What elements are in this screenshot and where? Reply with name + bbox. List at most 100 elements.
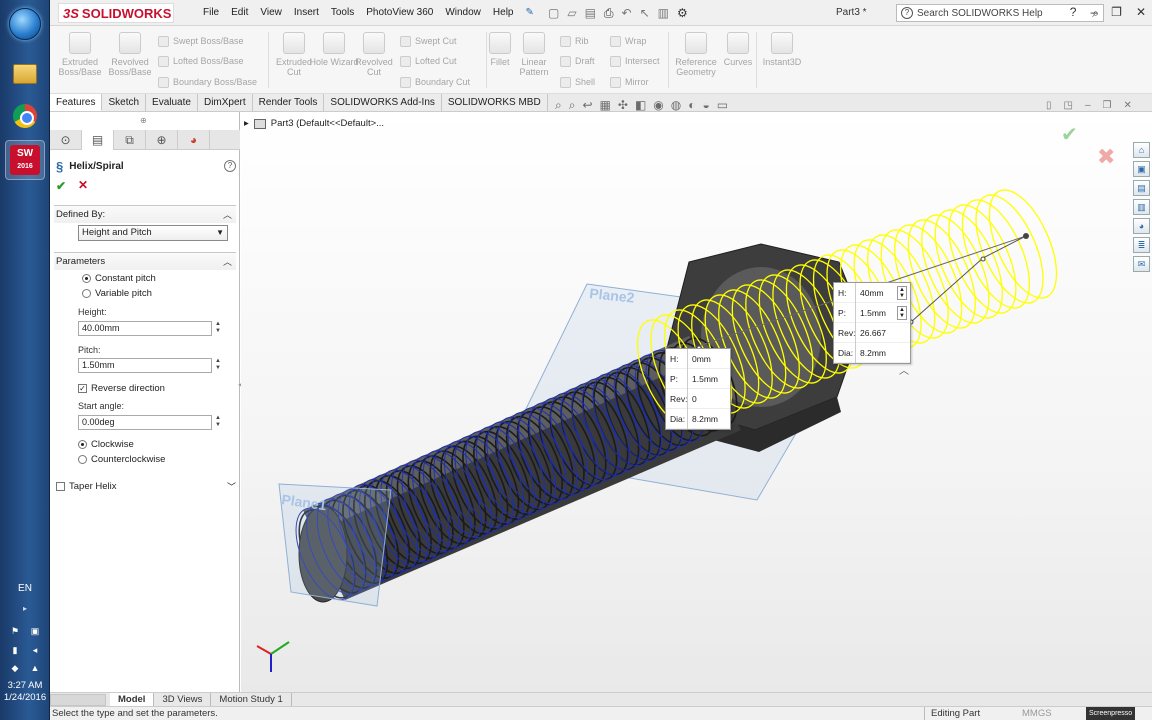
- rib-button[interactable]: Rib: [560, 34, 589, 48]
- options-gear-icon[interactable]: ⚙: [677, 6, 688, 20]
- tab-sketch[interactable]: Sketch: [102, 94, 147, 111]
- feature-manager-tab[interactable]: ⊙: [50, 130, 82, 150]
- helix-end-point[interactable]: [980, 256, 986, 262]
- constant-pitch-option[interactable]: Constant pitch: [82, 271, 156, 285]
- mirror-button[interactable]: Mirror: [610, 75, 649, 89]
- clockwise-option[interactable]: Clockwise: [78, 437, 134, 451]
- extruded-boss-button[interactable]: Extruded Boss/Base: [54, 32, 106, 77]
- lofted-cut-button[interactable]: Lofted Cut: [400, 54, 457, 68]
- tab-render-tools[interactable]: Render Tools: [252, 94, 325, 111]
- tab-features[interactable]: Features: [50, 94, 103, 111]
- save-icon[interactable]: ▤: [585, 6, 596, 20]
- defined-by-select[interactable]: Height and Pitch ▼: [78, 225, 228, 241]
- expand-arrow-icon[interactable]: ▸: [244, 118, 249, 129]
- collapse-chevron-icon[interactable]: ︿: [223, 255, 232, 268]
- section-view-icon[interactable]: ▦: [600, 98, 611, 113]
- reverse-direction-option[interactable]: ✓ Reverse direction: [78, 381, 165, 395]
- tab-3d-views[interactable]: 3D Views: [154, 693, 212, 706]
- tab-mbd[interactable]: SOLIDWORKS MBD: [441, 94, 548, 111]
- view-settings-icon[interactable]: ▭: [717, 98, 728, 113]
- home-icon[interactable]: ⌂: [1133, 142, 1150, 158]
- dimxpert-manager-tab[interactable]: ⊕: [146, 130, 178, 150]
- confirmation-ok-icon[interactable]: ✔: [1061, 122, 1078, 147]
- forum-icon[interactable]: ✉: [1133, 256, 1150, 272]
- boundary-boss-button[interactable]: Boundary Boss/Base: [158, 75, 257, 89]
- menu-help[interactable]: Help: [487, 0, 520, 26]
- solidworks-logo[interactable]: 3S SOLIDWORKS: [58, 3, 174, 23]
- start-angle-input[interactable]: 0.00deg: [78, 415, 212, 430]
- lofted-boss-button[interactable]: Lofted Boss/Base: [158, 54, 244, 68]
- tab-model[interactable]: Model: [110, 693, 155, 706]
- new-document-icon[interactable]: ▢: [548, 6, 559, 20]
- hide-show-icon[interactable]: ◍: [671, 98, 681, 113]
- defined-by-group-header[interactable]: Defined By: ︿: [54, 205, 236, 223]
- end-height-value[interactable]: 40mm: [856, 288, 897, 298]
- counterclockwise-option[interactable]: Counterclockwise: [78, 452, 165, 466]
- security-icon[interactable]: ▲: [30, 663, 40, 673]
- revolved-boss-button[interactable]: Revolved Boss/Base: [104, 32, 156, 77]
- taskbar-solidworks[interactable]: SW 2016: [5, 140, 45, 180]
- revolved-cut-button[interactable]: Revolved Cut: [348, 32, 400, 77]
- reference-geometry-button[interactable]: Reference Geometry: [670, 32, 722, 77]
- swept-boss-button[interactable]: Swept Boss/Base: [158, 34, 244, 48]
- expand-icon[interactable]: ◳: [1064, 100, 1073, 111]
- view-orientation-icon[interactable]: ◧: [635, 98, 646, 113]
- curves-button[interactable]: Curves: [718, 32, 758, 67]
- helix-start-callout[interactable]: H: 0mm P: 1.5mm Rev: 0 Dia: 8.2mm: [665, 348, 731, 430]
- tab-motion-study[interactable]: Motion Study 1: [211, 693, 292, 706]
- tab-dimxpert[interactable]: DimXpert: [197, 94, 253, 111]
- doc-restore-icon[interactable]: ❐: [1103, 100, 1112, 111]
- end-pitch-value[interactable]: 1.5mm: [856, 308, 897, 318]
- doc-close-icon[interactable]: ✕: [1124, 100, 1132, 111]
- doc-minimize-icon[interactable]: –: [1085, 100, 1091, 111]
- collapse-callout-icon[interactable]: ︿: [899, 366, 909, 377]
- zoom-area-icon[interactable]: ⌕: [569, 98, 576, 113]
- helix-end-callout[interactable]: H: 40mm ▲ ▼ P: 1.5mm ▲ ▼ Rev: 26.667 Dia: 8.2mm: [833, 282, 911, 364]
- checkbox-checked[interactable]: ✓: [78, 383, 87, 393]
- file-explorer-icon[interactable]: ▥: [1133, 199, 1150, 215]
- property-manager-tab[interactable]: ▤: [82, 130, 114, 150]
- tab-evaluate[interactable]: Evaluate: [146, 94, 198, 111]
- edit-appearance-icon[interactable]: ◐: [688, 98, 695, 113]
- restore-icon[interactable]: ❐: [1111, 5, 1122, 19]
- minimize-icon[interactable]: –: [1090, 5, 1097, 19]
- wrap-button[interactable]: Wrap: [610, 34, 646, 48]
- linear-pattern-button[interactable]: Linear Pattern: [512, 32, 556, 77]
- boundary-cut-button[interactable]: Boundary Cut: [400, 75, 470, 89]
- end-height-spinner[interactable]: ▲ ▼: [897, 285, 907, 300]
- parameters-group-header[interactable]: Parameters ︿: [54, 252, 236, 270]
- swept-cut-button[interactable]: Swept Cut: [400, 34, 457, 48]
- confirmation-cancel-icon[interactable]: ✖: [1097, 144, 1115, 170]
- tile-icon[interactable]: ▯: [1046, 100, 1052, 111]
- menu-tools[interactable]: Tools: [325, 0, 360, 26]
- display-style-icon[interactable]: ◉: [653, 98, 663, 113]
- radio-unselected[interactable]: [78, 454, 87, 464]
- cancel-button[interactable]: ✕: [78, 178, 88, 192]
- configuration-manager-tab[interactable]: ⧉: [114, 130, 146, 150]
- network-flag-icon[interactable]: ⚑: [10, 626, 20, 636]
- rebuild-icon[interactable]: ▥: [658, 6, 669, 20]
- expand-chevron-icon[interactable]: ﹀: [227, 480, 236, 493]
- radio-unselected[interactable]: [82, 288, 91, 298]
- display-manager-tab[interactable]: ◕: [178, 130, 210, 150]
- tray-expand-icon[interactable]: ▸: [0, 604, 50, 613]
- menu-window[interactable]: Window: [439, 0, 487, 26]
- start-button[interactable]: [5, 4, 45, 44]
- shell-button[interactable]: Shell: [560, 75, 595, 89]
- feature-tree-flyout[interactable]: ▸ Part3 (Default<<Default>...: [244, 118, 384, 129]
- panel-grip[interactable]: ⊕: [140, 116, 147, 125]
- volume-icon[interactable]: ◂: [30, 645, 40, 655]
- pitch-spinner[interactable]: ▲ ▼: [215, 358, 223, 372]
- taskbar-clock[interactable]: 3:27 AM 1/24/2016: [0, 680, 50, 704]
- scene-icon[interactable]: ◒: [703, 98, 710, 113]
- menu-insert[interactable]: Insert: [288, 0, 325, 26]
- close-icon[interactable]: ✕: [1136, 5, 1146, 19]
- taper-helix-group[interactable]: Taper Helix ﹀: [56, 479, 236, 493]
- unit-system[interactable]: MMGS: [1016, 707, 1052, 720]
- graphics-area[interactable]: Plane1 Plane2 ︿ ▸ Part3 (Default<<Defaul…: [241, 112, 1152, 692]
- signal-icon[interactable]: ▮: [10, 645, 20, 655]
- language-indicator[interactable]: EN: [0, 583, 50, 594]
- taskbar-chrome[interactable]: [5, 98, 45, 134]
- variable-pitch-option[interactable]: Variable pitch: [82, 286, 152, 300]
- intersect-button[interactable]: Intersect: [610, 54, 660, 68]
